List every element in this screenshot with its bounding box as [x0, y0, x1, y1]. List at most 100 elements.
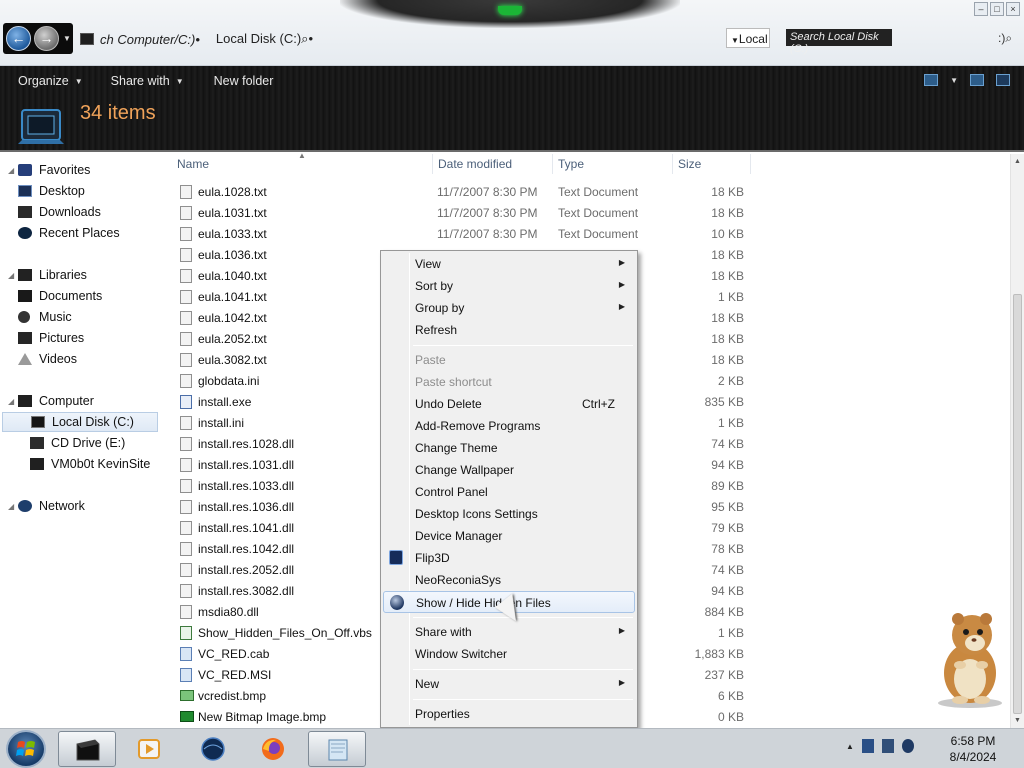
file-name: eula.1028.txt: [198, 185, 267, 199]
clock[interactable]: 6:58 PM 8/4/2024: [930, 733, 1016, 765]
expand-arrow-icon[interactable]: ◢: [8, 271, 14, 280]
submenu-arrow-icon: ▶: [618, 678, 625, 687]
menu-separator: [413, 699, 633, 700]
column-divider[interactable]: [672, 154, 673, 174]
file-name: New Bitmap Image.bmp: [198, 710, 327, 724]
explorer-icon: [76, 739, 100, 761]
taskbar-explorer[interactable]: [58, 731, 116, 767]
breadcrumb-parent[interactable]: ch Computer/C:)•: [100, 32, 200, 47]
nav-cd-drive[interactable]: CD Drive (E:): [30, 433, 125, 453]
close-button[interactable]: ×: [1006, 2, 1020, 16]
maximize-button[interactable]: □: [990, 2, 1004, 16]
table-row[interactable]: eula.1028.txt 11/7/2007 8:30 PM Text Docum…: [166, 181, 756, 202]
vertical-scrollbar[interactable]: ▲ ▼: [1010, 154, 1024, 728]
volume-icon[interactable]: [901, 739, 914, 753]
help-icon[interactable]: [996, 74, 1010, 86]
file-name: install.exe: [198, 395, 252, 409]
share-with-button[interactable]: Share with ▼: [111, 74, 184, 88]
breadcrumb[interactable]: ch Computer/C:)• Local Disk (C:)⌕•: [80, 30, 313, 48]
file-name: eula.3082.txt: [198, 353, 267, 367]
menu-item-label: NeoReconiaSys: [415, 573, 502, 587]
menu-item-control-panel[interactable]: Control Panel: [383, 481, 635, 503]
expand-arrow-icon[interactable]: ◢: [8, 166, 14, 175]
back-arrow-icon: ←: [11, 30, 26, 46]
menu-item-group-by[interactable]: Group by ▶: [383, 297, 635, 319]
menu-item-device-manager[interactable]: Device Manager: [383, 525, 635, 547]
computer-icon: [80, 33, 94, 45]
nav-desktop[interactable]: Desktop: [18, 181, 85, 201]
change-view-icon[interactable]: [924, 74, 939, 86]
expand-arrow-icon[interactable]: ◢: [8, 397, 14, 406]
column-name[interactable]: Name: [177, 157, 209, 171]
file-date-modified: 11/7/2007 8:30 PM: [437, 227, 538, 241]
search-input[interactable]: Search Local Disk (C:): [786, 29, 892, 55]
menu-item-change-theme[interactable]: Change Theme: [383, 437, 635, 459]
search-status[interactable]: :)⌕: [998, 31, 1012, 46]
nav-local-disk[interactable]: Local Disk (C:): [2, 412, 158, 432]
chevron-down-icon[interactable]: ▼: [950, 76, 958, 85]
forward-button[interactable]: →: [34, 26, 59, 51]
taskbar-media-player[interactable]: [120, 731, 178, 767]
start-button[interactable]: [6, 730, 46, 768]
menu-item-change-wallpaper[interactable]: Change Wallpaper: [383, 459, 635, 481]
location-dropdown[interactable]: ▼Local: [726, 28, 770, 48]
scroll-up-icon[interactable]: ▲: [1014, 158, 1021, 165]
nav-downloads[interactable]: Downloads: [18, 202, 101, 222]
nav-recent-places[interactable]: Recent Places: [18, 223, 120, 243]
column-divider[interactable]: [432, 154, 433, 174]
nav-vm-site[interactable]: VM0b0t KevinSite: [30, 454, 150, 474]
show-hidden-icons-icon[interactable]: ▲: [846, 742, 854, 751]
table-row[interactable]: eula.1033.txt 11/7/2007 8:30 PM Text Docum…: [166, 223, 756, 244]
nav-computer[interactable]: ◢ Computer: [0, 391, 94, 411]
scroll-down-icon[interactable]: ▼: [1014, 717, 1021, 724]
nav-documents[interactable]: Documents: [18, 286, 102, 306]
menu-item-sort-by[interactable]: Sort by ▶: [383, 275, 635, 297]
minimize-button[interactable]: –: [974, 2, 988, 16]
dropdown-arrow-icon: ▼: [731, 36, 739, 45]
column-date-modified[interactable]: Date modified: [438, 157, 512, 171]
column-size[interactable]: Size: [678, 157, 701, 171]
expand-arrow-icon[interactable]: ◢: [8, 502, 14, 511]
menu-item-properties[interactable]: Properties: [383, 703, 635, 725]
taskbar-firefox[interactable]: [244, 731, 302, 767]
column-divider[interactable]: [552, 154, 553, 174]
scroll-thumb[interactable]: [1013, 294, 1022, 714]
submenu-arrow-icon: ▶: [618, 626, 625, 635]
column-divider[interactable]: [750, 154, 751, 174]
menu-item-new[interactable]: New ▶: [383, 673, 635, 695]
menu-item-neoreconiasys[interactable]: NeoReconiaSys: [383, 569, 635, 591]
taskbar: ▲ 6:58 PM 8/4/2024: [0, 728, 1024, 768]
menu-item-window-switcher[interactable]: Window Switcher: [383, 643, 635, 665]
dll-file-icon: [180, 521, 192, 535]
menu-item-refresh[interactable]: Refresh: [383, 319, 635, 341]
taskbar-browser-globe[interactable]: [184, 731, 242, 767]
organize-button[interactable]: Organize ▼: [18, 74, 83, 88]
file-size: 79 KB: [711, 521, 744, 535]
menu-item-add-remove-programs[interactable]: Add-Remove Programs: [383, 415, 635, 437]
text-file-icon: [180, 311, 192, 325]
table-row[interactable]: eula.1031.txt 11/7/2007 8:30 PM Text Docum…: [166, 202, 756, 223]
column-type[interactable]: Type: [558, 157, 584, 171]
menu-item-undo-delete[interactable]: Undo Delete Ctrl+Z: [383, 393, 635, 415]
new-folder-button[interactable]: New folder: [214, 74, 274, 88]
nav-videos[interactable]: Videos: [18, 349, 77, 369]
menu-item-view[interactable]: View ▶: [383, 253, 635, 275]
taskbar-notepad[interactable]: [308, 731, 366, 767]
network-tray-icon[interactable]: [881, 739, 894, 753]
file-name: install.res.1042.dll: [198, 542, 295, 556]
menu-item-flip3d[interactable]: Flip3D: [383, 547, 635, 569]
menu-item-desktop-icons-settings[interactable]: Desktop Icons Settings: [383, 503, 635, 525]
nav-music[interactable]: Music: [18, 307, 72, 327]
column-headers: ▲ Name Date modified Type Size: [166, 151, 756, 174]
back-button[interactable]: ←: [6, 26, 31, 51]
nav-pictures[interactable]: Pictures: [18, 328, 84, 348]
nav-favorites[interactable]: ◢ Favorites: [0, 160, 90, 180]
breadcrumb-current[interactable]: Local Disk (C:)⌕•: [216, 31, 313, 47]
action-center-icon[interactable]: [861, 739, 874, 753]
network-icon: [18, 500, 32, 512]
recent-pages-dropdown[interactable]: ▼: [63, 34, 71, 43]
preview-pane-icon[interactable]: [970, 74, 984, 86]
nav-network[interactable]: ◢ Network: [0, 496, 85, 516]
menu-item-label: Group by: [415, 301, 465, 315]
nav-libraries[interactable]: ◢ Libraries: [0, 265, 87, 285]
